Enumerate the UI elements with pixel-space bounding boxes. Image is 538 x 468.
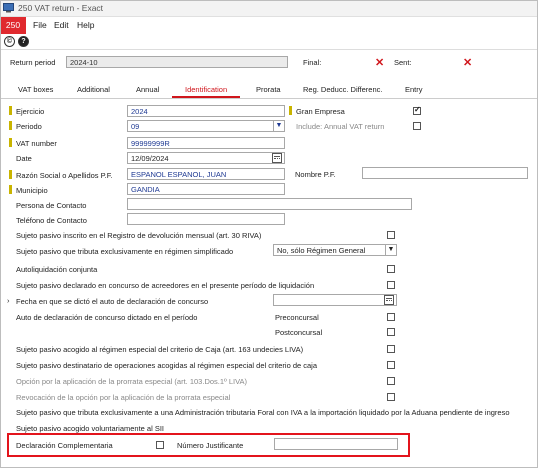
sent-x-icon: ✕ — [463, 57, 473, 69]
include-annual-label: Include: Annual VAT return — [296, 122, 385, 131]
toolbar: © ? — [0, 34, 538, 50]
persona-contacto-field[interactable] — [127, 198, 412, 210]
required-marker — [9, 138, 12, 147]
fecha-auto-label: Fecha en que se dictó el auto de declara… — [16, 297, 209, 306]
monitor-icon — [3, 3, 14, 13]
menu-bar: 250 File Edit Help — [0, 17, 538, 34]
date-value: 12/09/2024 — [131, 154, 169, 163]
title-bar: 250 VAT return - Exact — [0, 0, 538, 17]
return-period-field: 2024-10 — [66, 56, 288, 68]
date-label: Date — [16, 154, 32, 163]
chevron-down-icon[interactable]: ▼ — [385, 245, 396, 255]
tab-annual[interactable]: Annual — [136, 85, 159, 94]
chevron-down-icon[interactable]: ▼ — [273, 121, 284, 131]
tab-reg-deducc-differenc[interactable]: Reg. Deducc. Differenc. — [303, 85, 382, 94]
menu-help[interactable]: Help — [77, 20, 94, 30]
periodo-value: 09 — [131, 122, 140, 131]
opcion-prorrata-checkbox[interactable] — [387, 377, 395, 385]
help-icon[interactable]: ? — [18, 36, 29, 47]
sent-label: Sent: — [394, 58, 412, 67]
required-marker — [9, 106, 12, 115]
vat-number-label: VAT number — [16, 139, 57, 148]
numero-justificante-field[interactable] — [274, 438, 398, 450]
persona-contacto-label: Persona de Contacto — [16, 201, 87, 210]
razon-social-label: Razón Social o Apellidos P.F. — [16, 171, 113, 180]
menu-edit[interactable]: Edit — [54, 20, 69, 30]
destinatario-criterio-caja-checkbox[interactable] — [387, 361, 395, 369]
municipio-field[interactable]: GANDIA — [127, 183, 285, 195]
fecha-auto-field[interactable] — [273, 294, 397, 306]
criterio-caja-checkbox[interactable] — [387, 345, 395, 353]
copyright-icon[interactable]: © — [4, 36, 15, 47]
concurso-acreedores-checkbox[interactable] — [387, 281, 395, 289]
concurso-acreedores-label: Sujeto pasivo declarado en concurso de a… — [16, 281, 315, 290]
tab-vat-boxes[interactable]: VAT boxes — [18, 85, 53, 94]
preconcursal-checkbox[interactable] — [387, 313, 395, 321]
gran-empresa-checkbox[interactable] — [413, 105, 421, 115]
periodo-select[interactable]: 09 ▼ — [127, 120, 285, 132]
ejercicio-label: Ejercicio — [16, 107, 45, 116]
regimen-simplificado-label: Sujeto pasivo que tributa exclusivamente… — [16, 247, 234, 256]
autoliquidacion-conjunta-checkbox[interactable] — [387, 265, 395, 273]
required-marker — [9, 170, 12, 179]
administracion-foral-label: Sujeto pasivo que tributa exclusivamente… — [16, 408, 510, 417]
expand-arrow-icon[interactable]: › — [7, 296, 10, 305]
vat-number-field[interactable]: 99999999R — [127, 137, 285, 149]
regimen-simplificado-select[interactable]: No, sólo Régimen General ▼ — [273, 244, 397, 256]
telefono-contacto-label: Teléfono de Contacto — [16, 216, 87, 225]
regimen-simplificado-value: No, sólo Régimen General — [277, 246, 366, 255]
required-marker — [9, 185, 12, 194]
auto-declaracion-label: Auto de declaración de concurso dictado … — [16, 313, 198, 322]
menu-file[interactable]: File — [33, 20, 47, 30]
date-field[interactable]: 12/09/2024 — [127, 152, 285, 164]
nombre-pf-field[interactable] — [362, 167, 528, 179]
final-label: Final: — [303, 58, 322, 67]
postconcursal-checkbox[interactable] — [387, 328, 395, 336]
calendar-icon[interactable] — [272, 153, 282, 163]
registro-devolucion-label: Sujeto pasivo inscrito en el Registro de… — [16, 231, 262, 240]
numero-justificante-label: Número Justificante — [177, 441, 244, 450]
company-badge[interactable]: 250 — [0, 17, 26, 34]
razon-social-field[interactable]: ESPANOL ESPANOL, JUAN — [127, 168, 285, 180]
nombre-pf-label: Nombre P.F. — [295, 170, 336, 179]
periodo-label: Periodo — [16, 122, 42, 131]
include-annual-checkbox[interactable] — [413, 122, 421, 130]
municipio-label: Municipio — [16, 186, 48, 195]
opcion-prorrata-label: Opción por la aplicación de la prorrata … — [16, 377, 248, 386]
tab-prorata[interactable]: Prorata — [256, 85, 281, 94]
declaracion-complementaria-label: Declaración Complementaria — [16, 441, 113, 450]
ejercicio-field[interactable]: 2024 — [127, 105, 285, 117]
calendar-icon[interactable] — [384, 295, 394, 305]
destinatario-criterio-caja-label: Sujeto pasivo destinatario de operacione… — [16, 361, 318, 370]
criterio-caja-label: Sujeto pasivo acogido al régimen especia… — [16, 345, 304, 354]
required-marker — [289, 106, 292, 115]
tab-identification[interactable]: Identification — [185, 85, 227, 94]
tab-additional[interactable]: Additional — [77, 85, 110, 94]
telefono-contacto-field[interactable] — [127, 213, 285, 225]
declaracion-complementaria-checkbox[interactable] — [156, 441, 164, 449]
autoliquidacion-conjunta-label: Autoliquidación conjunta — [16, 265, 98, 274]
gran-empresa-label: Gran Empresa — [296, 107, 345, 116]
revocacion-prorrata-checkbox[interactable] — [387, 393, 395, 401]
final-x-icon: ✕ — [375, 57, 385, 69]
sii-label: Sujeto pasivo acogido voluntariamente al… — [16, 424, 165, 433]
revocacion-prorrata-label: Revocación de la opción por la aplicació… — [16, 393, 231, 402]
required-marker — [9, 121, 12, 130]
window-title: 250 VAT return - Exact — [18, 3, 104, 13]
preconcursal-label: Preconcursal — [275, 313, 319, 322]
tab-entry[interactable]: Entry — [405, 85, 423, 94]
registro-devolucion-checkbox[interactable] — [387, 231, 395, 239]
tab-divider — [0, 98, 538, 99]
return-period-label: Return period — [10, 58, 56, 67]
postconcursal-label: Postconcursal — [275, 328, 323, 337]
